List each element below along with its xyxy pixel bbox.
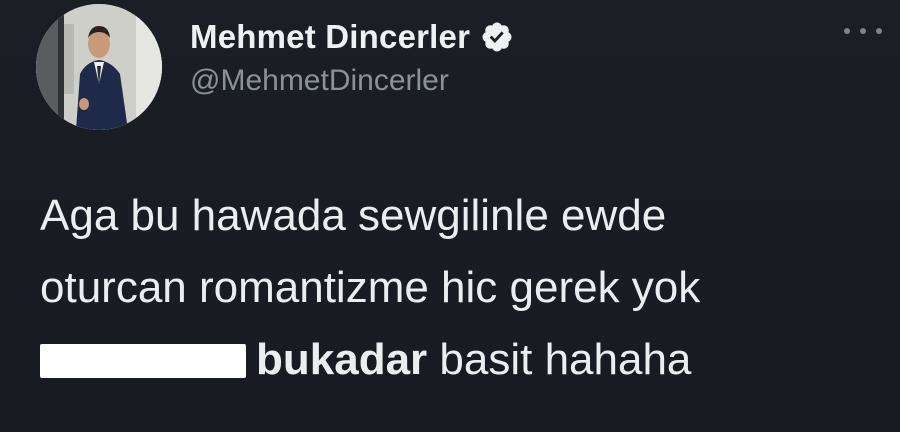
redaction-block	[40, 344, 246, 378]
avatar[interactable]	[36, 4, 162, 130]
dot	[844, 28, 850, 34]
tweet-text-line-2: oturcan romantizme hic gerek yok	[40, 263, 701, 312]
author-handle[interactable]: @MehmetDincerler	[190, 64, 449, 98]
dot	[876, 28, 882, 34]
tweet-text-line-3-rest: basit hahaha	[427, 335, 692, 384]
tweet-text-line-1: Aga bu hawada sewgilinle ewde	[40, 191, 667, 240]
more-options-icon[interactable]	[844, 26, 882, 36]
dot	[860, 28, 866, 34]
verified-badge-icon	[480, 20, 514, 54]
author-name-row: Mehmet Dincerler	[190, 18, 514, 56]
profile-photo	[36, 4, 162, 130]
tweet-bold-word: bukadar	[256, 335, 428, 384]
author-display-name[interactable]: Mehmet Dincerler	[190, 18, 470, 56]
tweet-text: Aga bu hawada sewgilinle ewde oturcan ro…	[40, 180, 880, 396]
tweet-card: Mehmet Dincerler @MehmetDincerler Aga bu…	[0, 0, 900, 432]
tweet-text-line-3: bukadar basit hahaha	[40, 324, 880, 396]
